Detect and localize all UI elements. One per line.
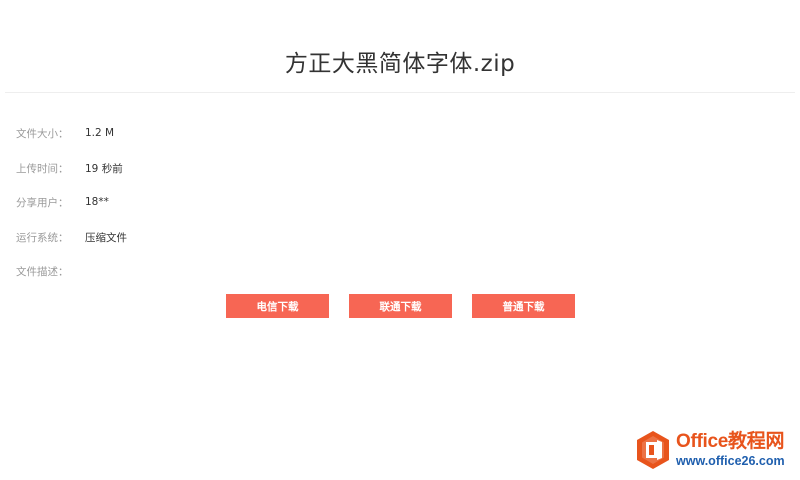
page-title: 方正大黑简体字体.zip [284,51,516,77]
system-label: 运行系统： [16,231,69,244]
info-row-upload-time: 上传时间： 19 秒前 [16,160,123,176]
watermark: Office教程网 www.office26.com [636,430,785,470]
watermark-url: www.office26.com [676,454,785,469]
unicom-download-button[interactable]: 联通下载 [349,294,452,318]
office-logo-icon [636,430,670,470]
info-row-description: 文件描述： [16,263,85,279]
description-label: 文件描述： [16,265,69,278]
upload-time-label: 上传时间： [16,162,69,175]
system-value: 压缩文件 [85,231,127,244]
size-label: 文件大小： [16,127,69,140]
normal-download-button[interactable]: 普通下载 [472,294,575,318]
info-row-size: 文件大小： 1.2 M [16,125,114,141]
title-divider [5,92,795,93]
share-user-label: 分享用户： [16,196,69,209]
info-row-share-user: 分享用户： 18** [16,194,109,210]
share-user-value: 18** [85,196,109,208]
watermark-text: Office教程网 www.office26.com [676,432,785,468]
upload-time-value: 19 秒前 [85,162,123,175]
watermark-brand: Office教程网 [676,431,785,453]
size-value: 1.2 M [85,127,115,139]
telecom-download-button[interactable]: 电信下载 [226,294,329,318]
info-row-system: 运行系统： 压缩文件 [16,229,127,245]
download-buttons: 电信下载 联通下载 普通下载 [226,294,575,318]
